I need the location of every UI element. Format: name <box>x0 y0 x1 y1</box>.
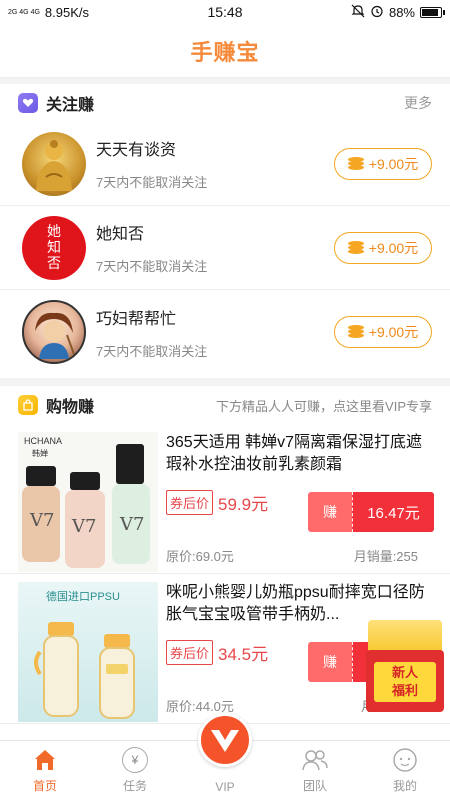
tab-vip[interactable]: VIP <box>180 713 270 800</box>
tab-label: 团队 <box>302 779 327 793</box>
reward-amount: +9.00元 <box>368 155 419 172</box>
reward-amount: +9.00元 <box>368 324 419 340</box>
avatar: 她 知 否 <box>22 215 86 280</box>
home-icon <box>32 747 58 773</box>
more-link[interactable]: 更多 <box>404 93 432 113</box>
list-item[interactable]: 天天有谈资 7天内不能取消关注 +9.00元 <box>0 122 450 206</box>
follow-section-title: 关注赚 <box>46 97 95 114</box>
bottom-tab-bar: 首页 ¥ 任务 VIP 团队 我的 <box>0 713 450 800</box>
vip-promo-link[interactable]: 下方精品人人可赚，点这里看VIP专享 <box>216 396 432 415</box>
tab-profile[interactable]: 我的 <box>360 741 450 800</box>
tab-tasks[interactable]: ¥ 任务 <box>90 741 180 800</box>
tab-home[interactable]: 首页 <box>0 741 90 800</box>
vip-icon <box>198 713 252 767</box>
newbie-gift-badge[interactable]: 新人 福利 <box>366 620 444 712</box>
coupon-tag: 券后价 <box>166 490 214 515</box>
tab-label: 首页 <box>32 779 57 793</box>
account-name: 她知否 <box>96 226 145 243</box>
account-name: 天天有谈资 <box>96 142 177 159</box>
image-label: V7 <box>72 516 97 537</box>
battery-percent: 88% <box>388 4 415 20</box>
reward-button[interactable]: +9.00元 <box>334 147 432 180</box>
earn-amount: 16.47元 <box>352 492 434 532</box>
coins-icon <box>347 156 366 171</box>
profile-icon <box>392 747 418 773</box>
follow-note: 7天内不能取消关注 <box>96 343 208 359</box>
original-price: 原价:69.0元 <box>166 549 234 564</box>
image-label: V7 <box>30 510 55 531</box>
status-bar: 2G 4G 4G 8.95K/s 15:48 88% <box>0 0 450 24</box>
follow-note: 7天内不能取消关注 <box>96 259 208 274</box>
team-icon <box>302 747 328 773</box>
product-card[interactable]: HCHANA 韩婵 V7 V7 V7 365天适用 韩婵v7隔离霜保湿打底遮瑕补… <box>0 424 450 574</box>
avatar <box>22 300 86 364</box>
product-title: 365天适用 韩婵v7隔离霜保湿打底遮瑕补水控油妆前乳素颜霜 <box>166 434 423 473</box>
coupon-price: 59.9元 <box>218 495 269 514</box>
network-speed: 8.95K/s <box>44 4 89 20</box>
monthly-sales: 月销量:255 <box>353 549 418 564</box>
product-image: HCHANA 韩婵 V7 V7 V7 <box>18 432 158 572</box>
battery-icon <box>420 6 445 18</box>
follow-section-header: 关注赚 更多 <box>0 84 450 122</box>
badge-line-1: 新人 <box>391 665 418 680</box>
coupon-tag: 券后价 <box>166 640 214 665</box>
reward-button[interactable]: +9.00元 <box>334 231 432 264</box>
page-title: 手赚宝 <box>190 39 260 65</box>
signal-indicator: 2G 4G 4G <box>8 8 40 16</box>
tab-label: 任务 <box>122 779 147 793</box>
tab-label: 我的 <box>392 779 417 793</box>
heart-icon <box>18 93 38 113</box>
follow-note: 7天内不能取消关注 <box>96 175 208 190</box>
earn-label: 赚 <box>308 492 352 532</box>
image-label: V7 <box>120 514 145 535</box>
alarm-icon <box>370 4 384 21</box>
app-header: 手赚宝 <box>0 24 450 78</box>
reward-button[interactable]: +9.00元 <box>334 316 432 348</box>
badge-line-2: 福利 <box>391 683 418 698</box>
list-item[interactable]: 巧妇帮帮忙 7天内不能取消关注 +9.00元 <box>0 290 450 374</box>
divider <box>0 378 450 386</box>
shop-section-header: 购物赚 下方精品人人可赚，点这里看VIP专享 <box>0 386 450 424</box>
avatar <box>22 131 86 196</box>
coins-icon <box>347 240 366 255</box>
shop-section-title: 购物赚 <box>46 399 95 416</box>
tab-label: VIP <box>215 780 235 794</box>
coupon-price: 34.5元 <box>218 645 269 664</box>
avatar-text: 她 知 否 <box>47 223 61 272</box>
shopping-bag-icon <box>18 395 38 415</box>
yen-icon: ¥ <box>122 747 148 773</box>
earn-label: 赚 <box>308 642 352 682</box>
earn-button[interactable]: 赚 16.47元 <box>308 492 434 532</box>
follow-list: 天天有谈资 7天内不能取消关注 +9.00元 她 知 否 她知否 7天内不能取消… <box>0 122 450 374</box>
tab-team[interactable]: 团队 <box>270 741 360 800</box>
mute-icon <box>351 4 365 21</box>
reward-amount: +9.00元 <box>368 239 419 256</box>
account-name: 巧妇帮帮忙 <box>96 310 177 328</box>
list-item[interactable]: 她 知 否 她知否 7天内不能取消关注 +9.00元 <box>0 206 450 290</box>
product-image: 德国进口PPSU <box>18 582 158 722</box>
coins-icon <box>347 325 366 339</box>
